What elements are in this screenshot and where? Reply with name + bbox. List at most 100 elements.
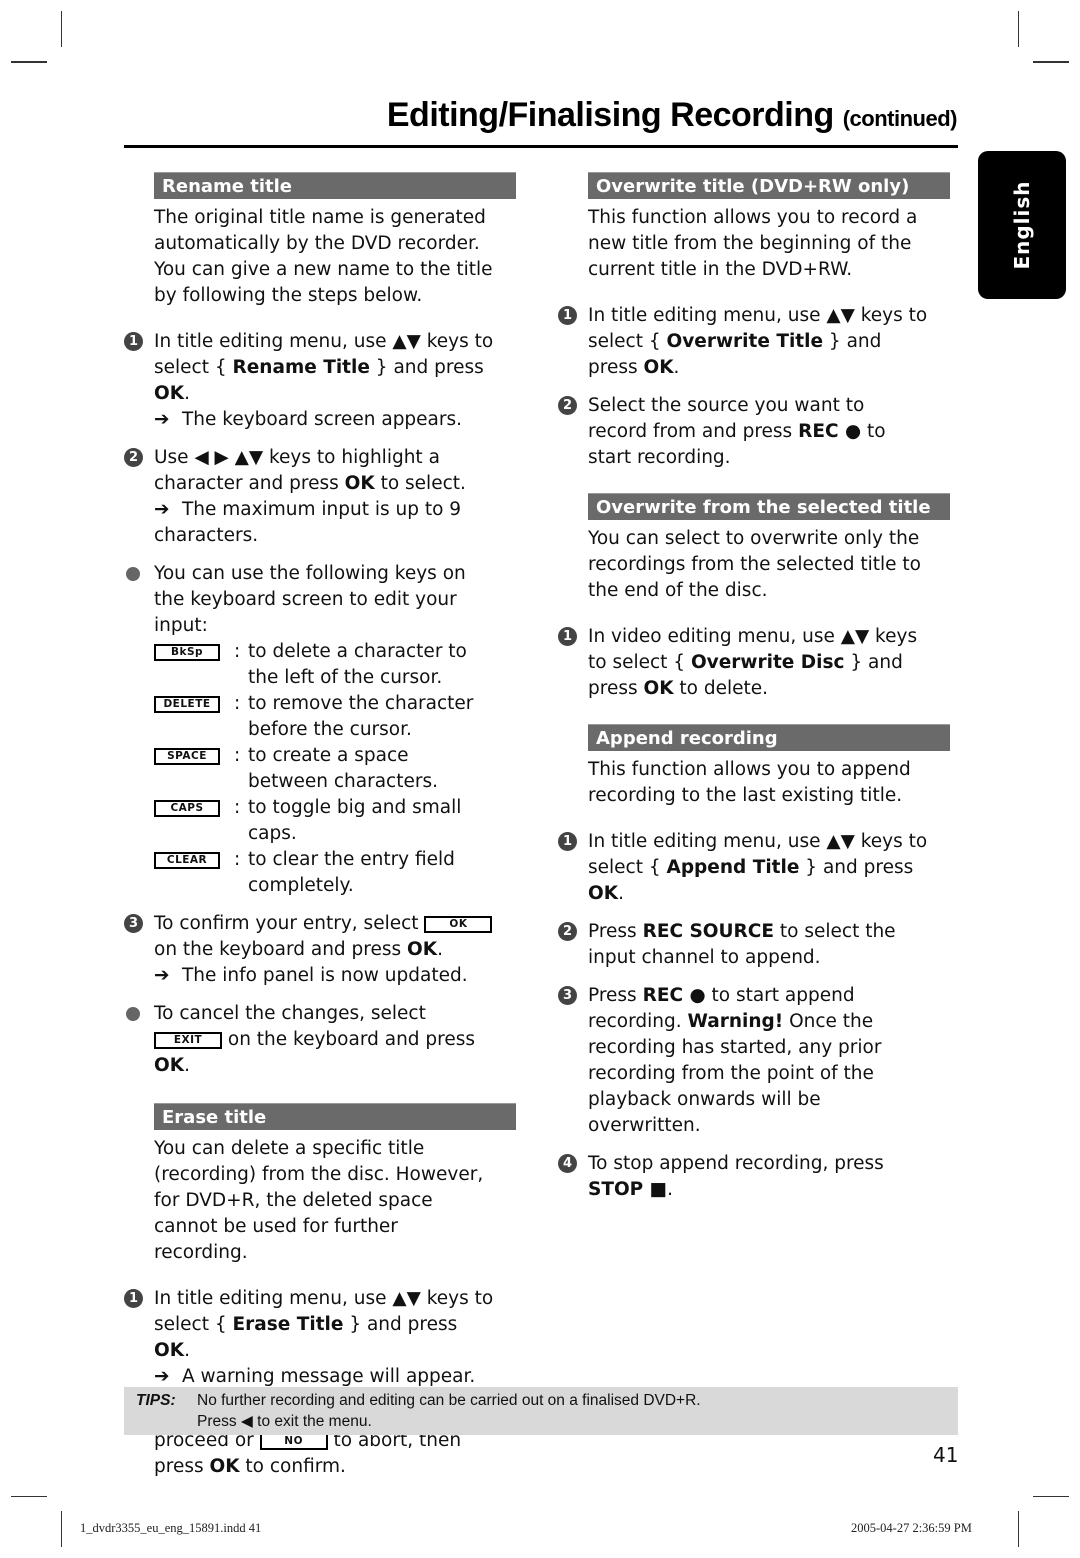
page-title-text: Editing/Finalising Recording xyxy=(386,96,834,134)
ok-key: OK xyxy=(588,883,619,904)
key-desc: to remove the character before the curso… xyxy=(248,693,474,740)
colon: : xyxy=(234,641,241,662)
step-text: } and press xyxy=(799,857,914,878)
footer-file: 1_dvdr3355_eu_eng_15891.indd 41 xyxy=(80,1521,262,1535)
overwrite-selected-intro: You can select to overwrite only the rec… xyxy=(588,528,921,601)
append-step-1: 1 In title editing menu, use ▲▼ keys to … xyxy=(558,829,928,907)
rename-intro: The original title name is generated aut… xyxy=(154,207,493,306)
step-number-icon: 3 xyxy=(558,986,577,1005)
ok-key: OK xyxy=(154,1340,185,1361)
tips-line: No further recording and editing can be … xyxy=(197,1392,701,1409)
bullet-icon xyxy=(126,1007,140,1021)
step-text: to select. xyxy=(374,473,466,494)
key-row: BkSp: to delete a character to the left o… xyxy=(154,639,494,691)
rename-step-1: 1 In title editing menu, use ▲▼ keys to … xyxy=(124,329,494,433)
language-tab-label: English xyxy=(1010,180,1034,270)
ok-key: OK xyxy=(209,1456,240,1477)
key-clear: CLEAR xyxy=(154,852,220,869)
menu-option: Overwrite Title xyxy=(666,331,824,352)
step-number-icon: 3 xyxy=(124,914,143,933)
append-intro: This function allows you to append recor… xyxy=(588,759,911,806)
ok-key: OK xyxy=(643,357,674,378)
step-number-icon: 1 xyxy=(558,627,577,646)
ok-key: OK xyxy=(154,1055,185,1076)
step-text: } and press xyxy=(343,1314,458,1335)
colon: : xyxy=(234,693,241,714)
step-number-icon: 1 xyxy=(124,332,143,351)
key-desc: to clear the entry field completely. xyxy=(248,849,455,896)
arrow-right-icon: ➔ xyxy=(154,499,170,520)
tips-line: Press ◀ to exit the menu. xyxy=(197,1413,372,1430)
page-number: 41 xyxy=(933,1443,959,1467)
rename-bullet-cancel: To cancel the changes, select EXIT on th… xyxy=(126,1001,494,1079)
step-result: A warning message will appear. xyxy=(182,1366,476,1387)
page-title: Editing/Finalising Recording (continued) xyxy=(386,96,958,135)
menu-option: Rename Title xyxy=(232,357,370,378)
overwrite-selected-step-1: 1 In video editing menu, use ▲▼ keys to … xyxy=(558,624,928,702)
erase-step-1: 1 In title editing menu, use ▲▼ keys to … xyxy=(124,1286,494,1390)
key-desc: to toggle big and small caps. xyxy=(248,797,462,844)
colon: : xyxy=(234,797,241,818)
warning-label: Warning! xyxy=(687,1011,784,1032)
step-text: . xyxy=(667,1179,674,1200)
append-step-2: 2 Press REC SOURCE to select the input c… xyxy=(558,919,928,971)
bullet-text: . xyxy=(184,1055,190,1076)
step-text: } and press xyxy=(369,357,484,378)
rec-source-key: REC SOURCE xyxy=(642,921,775,942)
step-text: . xyxy=(184,1340,190,1361)
step-number-icon: 2 xyxy=(558,396,577,415)
section-heading-overwrite-selected: Overwrite from the selected title xyxy=(588,493,950,520)
section-heading-erase: Erase title xyxy=(154,1103,516,1130)
tips-label: TIPS: xyxy=(136,1392,176,1409)
tips-box: TIPS: No further recording and editing c… xyxy=(124,1387,958,1435)
bullet-icon xyxy=(126,567,140,581)
step-number-icon: 1 xyxy=(558,832,577,851)
crop-mark xyxy=(1018,1511,1019,1547)
crop-mark xyxy=(11,61,47,63)
section-heading-append: Append recording xyxy=(588,724,950,751)
key-delete: DELETE xyxy=(154,696,220,713)
rename-step-2: 2 Use ◀ ▶ ▲▼ keys to highlight a charact… xyxy=(124,445,494,549)
step-text: To stop append recording, press xyxy=(588,1153,884,1174)
title-rule xyxy=(124,145,958,148)
menu-option: Append Title xyxy=(666,857,800,878)
crop-mark xyxy=(61,1511,62,1547)
page-subtitle: (continued) xyxy=(842,106,958,131)
step-number-icon: 2 xyxy=(124,448,143,467)
step-text: . xyxy=(184,383,190,404)
key-exit: EXIT xyxy=(154,1032,222,1049)
crop-mark xyxy=(1018,11,1019,47)
step-text: To confirm your entry, select xyxy=(154,913,425,934)
overwrite-intro: This function allows you to record a new… xyxy=(588,207,918,280)
step-number-icon: 4 xyxy=(558,1154,577,1173)
colon: : xyxy=(234,745,241,766)
overwrite-step-1: 1 In title editing menu, use ▲▼ keys to … xyxy=(558,303,928,381)
stop-key: STOP ■ xyxy=(588,1179,668,1200)
append-step-3: 3 Press REC ● to start append recording.… xyxy=(558,983,928,1139)
bullet-text: on the keyboard and press xyxy=(222,1029,476,1050)
key-desc: to create a space between characters. xyxy=(248,745,438,792)
language-tab: English xyxy=(978,151,1066,299)
step-text: . xyxy=(673,357,680,378)
key-row: SPACE: to create a space between characte… xyxy=(154,743,494,795)
key-caps: CAPS xyxy=(154,800,220,817)
key-no: NO xyxy=(259,1433,328,1450)
step-text: . xyxy=(437,939,443,960)
footer-timestamp: 2005-04-27 2:36:59 PM xyxy=(851,1521,972,1535)
crop-mark xyxy=(1033,1496,1069,1497)
rec-key: REC ● xyxy=(642,985,706,1006)
arrow-right-icon: ➔ xyxy=(154,965,170,986)
step-text: Press xyxy=(588,985,643,1006)
append-step-4: 4 To stop append recording, press STOP ■… xyxy=(558,1151,928,1203)
ok-key: OK xyxy=(154,383,185,404)
left-column: Rename title The original title name is … xyxy=(124,172,516,1480)
step-result: The maximum input is up to 9 characters. xyxy=(154,499,462,546)
key-row: DELETE: to remove the character before th… xyxy=(154,691,494,743)
rename-step-3: 3 To confirm your entry, select OK on th… xyxy=(124,911,494,989)
step-result: The keyboard screen appears. xyxy=(182,409,463,430)
key-row: CLEAR: to clear the entry field completel… xyxy=(154,847,494,899)
arrow-right-icon: ➔ xyxy=(154,409,170,430)
menu-option: Erase Title xyxy=(232,1314,344,1335)
key-row: CAPS: to toggle big and small caps. xyxy=(154,795,494,847)
crop-mark xyxy=(11,1496,47,1497)
